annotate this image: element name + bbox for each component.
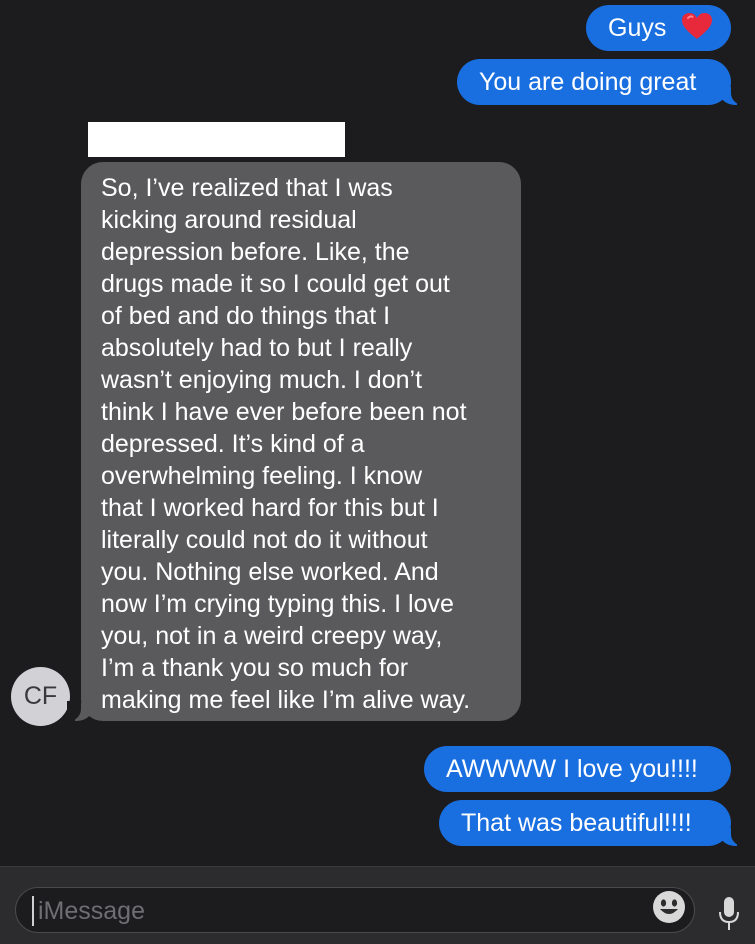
message-line: literally could not do it without: [101, 526, 428, 554]
text-cursor: [32, 896, 34, 926]
message-line: that I worked hard for this but I: [101, 494, 439, 522]
message-composer: iMessage: [0, 866, 755, 944]
message-text: Guys: [608, 14, 667, 42]
incoming-message[interactable]: So, I’ve realized that I was kicking aro…: [67, 162, 521, 721]
message-input[interactable]: iMessage: [15, 887, 695, 933]
message-line: overwhelming feeling. I know: [101, 462, 422, 490]
outgoing-message-love-you[interactable]: AWWWW I love you!!!!: [424, 746, 731, 792]
message-line: drugs made it so I could get out: [101, 270, 450, 298]
outgoing-message-beautiful[interactable]: That was beautiful!!!!: [439, 800, 745, 846]
message-line: of bed and do things that I: [101, 302, 391, 330]
redacted-sender-name: [88, 122, 345, 157]
message-line: now I’m crying typing this. I love: [101, 590, 454, 618]
message-line: absolutely had to but I really: [101, 334, 413, 362]
message-text: That was beautiful!!!!: [461, 809, 692, 837]
incoming-message-text: So, I’ve realized that I was kicking aro…: [101, 172, 501, 716]
message-line: making me feel like I’m alive way.: [101, 686, 471, 714]
message-thread[interactable]: Guys You are doing great So, I’ve realiz…: [0, 0, 755, 866]
message-line: I’m a thank you so much for: [101, 654, 409, 682]
message-line: So, I’ve realized that I was: [101, 174, 393, 202]
message-line: you. Nothing else worked. And: [101, 558, 439, 586]
message-text: AWWWW I love you!!!!: [446, 755, 698, 783]
message-line: wasn’t enjoying much. I don’t: [101, 366, 423, 394]
message-line: depressed. It’s kind of a: [101, 430, 365, 458]
emoji-icon[interactable]: [651, 889, 687, 925]
microphone-icon[interactable]: [718, 896, 740, 932]
outgoing-message-doing-great[interactable]: You are doing great: [457, 59, 745, 105]
avatar[interactable]: CF: [11, 667, 70, 726]
red-heart-icon: [681, 12, 713, 48]
outgoing-message-guys[interactable]: Guys: [586, 5, 731, 51]
input-placeholder: iMessage: [38, 897, 145, 925]
message-line: think I have ever before been not: [101, 398, 467, 426]
avatar-initials: CF: [23, 682, 58, 710]
message-text: You are doing great: [479, 68, 697, 96]
message-line: kicking around residual: [101, 206, 357, 234]
message-line: you, not in a weird creepy way,: [101, 622, 443, 650]
message-line: depression before. Like, the: [101, 238, 410, 266]
